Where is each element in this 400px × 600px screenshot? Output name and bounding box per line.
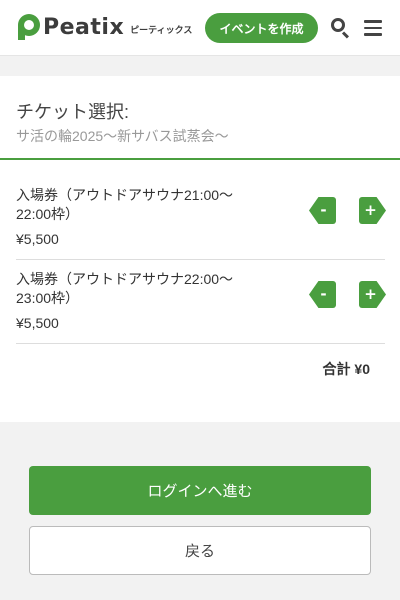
card-header: チケット選択: サ活の輪2025〜新サバス試蒸会〜 (0, 76, 400, 160)
ticket-row: 入場券（アウトドアサウナ21:00〜22:00枠） ¥5,500 - + (16, 186, 386, 260)
back-button[interactable]: 戻る (29, 526, 371, 575)
minus-icon: - (320, 285, 327, 303)
ticket-price: ¥5,500 (16, 315, 59, 331)
decrease-quantity-button[interactable]: - (309, 197, 336, 224)
ticket-row: 入場券（アウトドアサウナ22:00〜23:00枠） ¥5,500 - + (16, 270, 386, 344)
page-title: チケット選択: (16, 102, 130, 122)
increase-quantity-button[interactable]: + (359, 281, 386, 308)
increase-quantity-button[interactable]: + (359, 197, 386, 224)
ticket-name: 入場券（アウトドアサウナ21:00〜22:00枠） (16, 187, 234, 222)
decrease-quantity-button[interactable]: - (309, 281, 336, 308)
logo-subtext: ピーティックス (130, 25, 193, 36)
search-icon[interactable] (331, 18, 351, 39)
peatix-logo[interactable]: Peatix ピーティックス (18, 14, 192, 40)
create-event-button[interactable]: イベントを作成 (205, 13, 318, 43)
peatix-logo-icon (18, 14, 40, 40)
event-name: サ活の輪2025〜新サバス試蒸会〜 (16, 128, 229, 144)
proceed-to-login-button[interactable]: ログインへ進む (29, 466, 371, 515)
plus-icon: + (364, 285, 377, 303)
order-total: 合計 ¥0 (322, 361, 370, 377)
site-header: Peatix ピーティックス イベントを作成 (0, 0, 400, 56)
ticket-price: ¥5,500 (16, 231, 59, 247)
ticket-selection-card: チケット選択: サ活の輪2025〜新サバス試蒸会〜 入場券（アウトドアサウナ21… (0, 76, 400, 422)
hamburger-menu-icon[interactable] (364, 20, 382, 36)
plus-icon: + (364, 201, 377, 219)
minus-icon: - (320, 201, 327, 219)
logo-text: Peatix (43, 14, 125, 40)
ticket-name: 入場券（アウトドアサウナ22:00〜23:00枠） (16, 271, 234, 306)
